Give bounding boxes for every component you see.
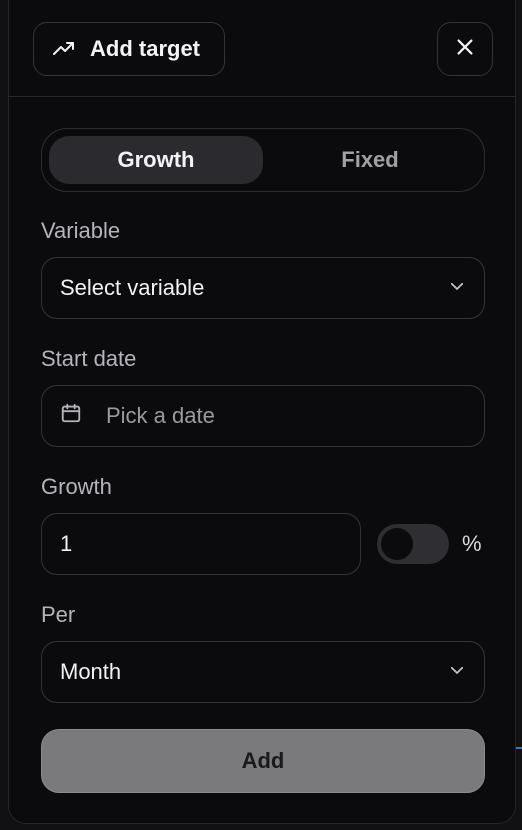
variable-select-value: Select variable: [60, 275, 205, 300]
mode-segmented-control: Growth Fixed: [41, 128, 485, 192]
calendar-icon: [60, 402, 82, 430]
panel-title: Add target: [90, 36, 200, 61]
tab-growth[interactable]: Growth: [49, 136, 263, 184]
trending-up-icon: [52, 37, 76, 61]
variable-select[interactable]: Select variable: [41, 257, 485, 319]
panel-header: Add target: [9, 0, 515, 97]
chevron-down-icon: [448, 275, 466, 301]
add-target-panel: Add target Growth Fixed Variable Select …: [8, 0, 516, 824]
growth-input-value: 1: [60, 531, 73, 556]
start-date-label: Start date: [41, 346, 137, 371]
percent-toggle[interactable]: [377, 524, 449, 564]
start-date-placeholder: Pick a date: [106, 403, 215, 428]
close-icon: [454, 36, 476, 63]
toggle-knob: [381, 528, 413, 560]
close-button[interactable]: [437, 22, 493, 76]
tab-fixed[interactable]: Fixed: [263, 136, 477, 184]
per-select[interactable]: Month: [41, 641, 485, 703]
add-button[interactable]: Add: [41, 729, 485, 793]
title-chip: Add target: [33, 22, 225, 76]
growth-input[interactable]: 1: [41, 513, 361, 575]
variable-label: Variable: [41, 218, 121, 243]
backdrop-accent-line: [516, 747, 522, 749]
start-date-picker[interactable]: Pick a date: [41, 385, 485, 447]
chevron-down-icon: [448, 659, 466, 685]
growth-label: Growth: [41, 474, 112, 499]
per-select-value: Month: [60, 659, 122, 684]
per-label: Per: [41, 602, 76, 627]
percent-label: %: [462, 531, 482, 556]
